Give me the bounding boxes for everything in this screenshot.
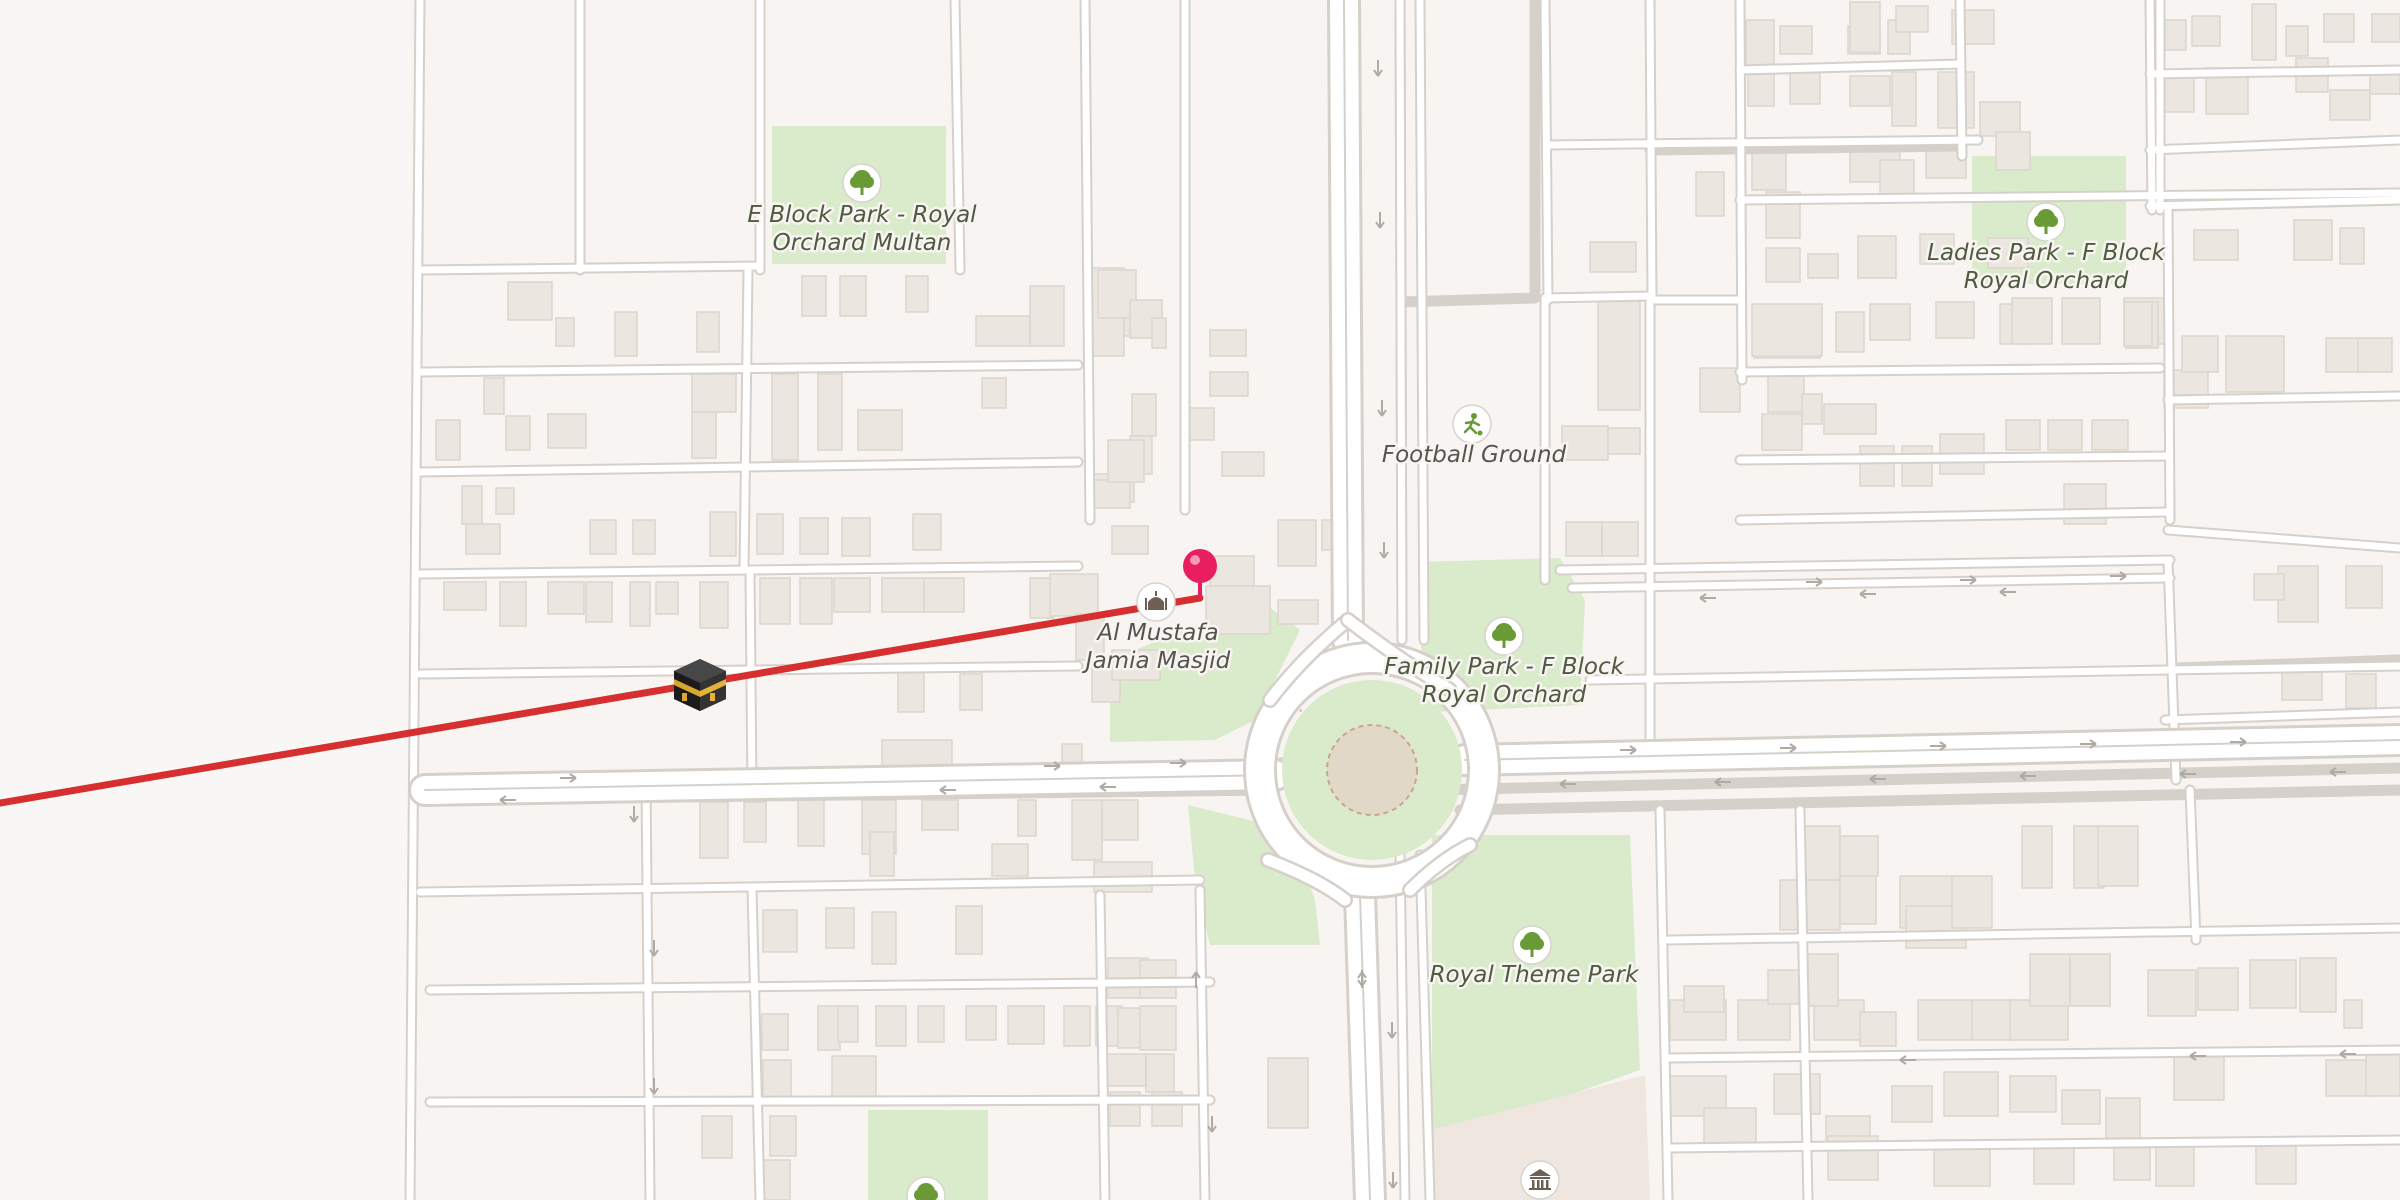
family-park-label-line1: Family Park - F Block xyxy=(1384,654,1626,680)
family-park-label-line2: Royal Orchard xyxy=(1422,682,1587,708)
tree-icon xyxy=(2026,202,2066,242)
royal-theme-park-label: Royal Theme Park xyxy=(1430,962,1641,988)
al-mustafa-label-line1: Al Mustafa xyxy=(1095,620,1218,646)
tree-icon xyxy=(1512,925,1552,965)
map-canvas[interactable]: E Block Park - Royal Orchard Multan Ladi… xyxy=(0,0,2400,1200)
al-mustafa-label-line2: Jamia Masjid xyxy=(1082,648,1231,674)
ladies-park-label-line2: Royal Orchard xyxy=(1964,268,2129,294)
e-block-park-label-line2: Orchard Multan xyxy=(773,230,952,256)
soccer-icon xyxy=(1452,404,1492,444)
mosque-icon xyxy=(1136,582,1176,622)
tree-icon xyxy=(1484,616,1524,656)
tree-icon xyxy=(842,163,882,203)
football-ground-label: Football Ground xyxy=(1382,442,1567,468)
poi-museum[interactable] xyxy=(1520,1160,1560,1200)
map-pin-icon xyxy=(1183,549,1217,583)
museum-icon xyxy=(1520,1160,1560,1200)
e-block-park-label-line1: E Block Park - Royal xyxy=(747,202,977,228)
ladies-park-label-line1: Ladies Park - F Block xyxy=(1927,240,2166,266)
